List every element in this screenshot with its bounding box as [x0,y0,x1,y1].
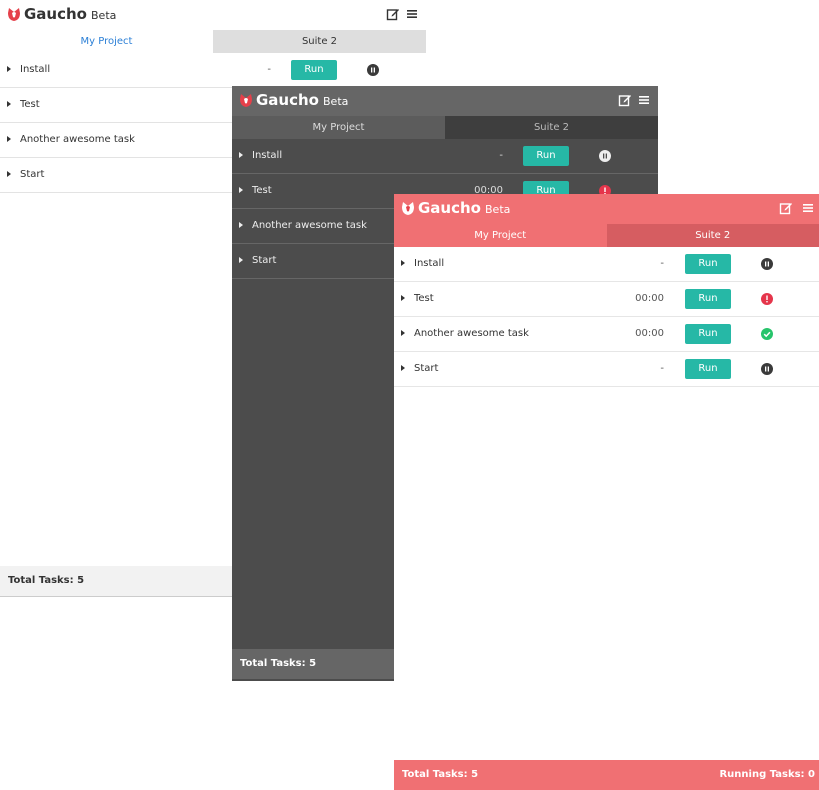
task-name: Start [252,255,277,266]
task-name: Start [414,363,439,374]
task-row[interactable]: Install - Run [394,247,819,282]
expand-caret-icon[interactable] [401,365,405,371]
task-time: 00:00 [635,293,664,304]
run-button[interactable]: Run [685,289,731,309]
tab-suite-2[interactable]: Suite 2 [445,116,658,139]
gaucho-logo-icon [240,94,252,107]
expand-caret-icon[interactable] [7,66,11,72]
task-name: Another awesome task [414,328,529,339]
task-name: Install [414,258,445,269]
beta-badge: Beta [323,95,349,108]
beta-badge: Beta [91,9,117,22]
expand-caret-icon[interactable] [239,222,243,228]
app-title: Gaucho Beta [418,199,511,217]
run-button[interactable]: Run [685,359,731,379]
expand-caret-icon[interactable] [7,136,11,142]
run-button[interactable]: Run [523,146,569,166]
menu-icon[interactable] [801,201,815,215]
paused-icon [761,363,773,375]
title-bar: Gaucho Beta [0,0,426,30]
total-tasks: Total Tasks: 5 [402,769,479,780]
expand-caret-icon[interactable] [7,101,11,107]
task-row[interactable]: Test 00:00 Run [394,282,819,317]
task-row[interactable]: Install - Run [0,53,426,88]
total-tasks: Total Tasks: 5 [8,575,85,586]
menu-icon[interactable] [637,93,651,107]
run-button[interactable]: Run [291,60,337,80]
expand-caret-icon[interactable] [239,187,243,193]
task-row[interactable]: Another awesome task 00:00 Run [394,317,819,352]
paused-icon [367,64,379,76]
expand-caret-icon[interactable] [401,260,405,266]
expand-caret-icon[interactable] [239,257,243,263]
app-title: Gaucho Beta [24,5,117,23]
edit-icon[interactable] [779,201,793,215]
task-name: Test [252,185,272,196]
task-name: Start [20,169,45,180]
task-time: 00:00 [635,328,664,339]
task-name: Install [20,64,51,75]
task-row[interactable]: Install - Run [232,139,658,174]
gaucho-logo-icon [8,8,20,21]
expand-caret-icon[interactable] [7,171,11,177]
gaucho-window-coral: Gaucho Beta My Project Suite 2 Install - … [394,194,819,790]
edit-icon[interactable] [386,7,400,21]
task-name: Test [414,293,434,304]
gaucho-logo-icon [402,202,414,215]
task-time: - [267,64,271,75]
edit-icon[interactable] [618,93,632,107]
tab-my-project[interactable]: My Project [232,116,445,139]
beta-badge: Beta [485,203,511,216]
paused-icon [599,150,611,162]
error-icon [761,293,773,305]
app-title: Gaucho Beta [256,91,349,109]
menu-icon[interactable] [405,7,419,21]
suite-tabs: My Project Suite 2 [394,224,819,247]
task-name: Test [20,99,40,110]
tab-suite-2[interactable]: Suite 2 [606,224,819,247]
paused-icon [761,258,773,270]
task-time: - [660,363,664,374]
expand-caret-icon[interactable] [401,295,405,301]
success-icon [761,328,773,340]
task-time: - [499,150,503,161]
expand-caret-icon[interactable] [239,152,243,158]
task-name: Another awesome task [20,134,135,145]
status-footer: Total Tasks: 5 Running Tasks: 0 [394,760,819,790]
run-button[interactable]: Run [685,324,731,344]
task-row[interactable]: Start - Run [394,352,819,387]
running-tasks: Running Tasks: 0 [719,769,815,780]
tab-suite-2[interactable]: Suite 2 [213,30,426,53]
tab-my-project[interactable]: My Project [394,224,607,247]
expand-caret-icon[interactable] [401,330,405,336]
task-time: - [660,258,664,269]
task-name: Another awesome task [252,220,367,231]
task-name: Install [252,150,283,161]
run-button[interactable]: Run [685,254,731,274]
suite-tabs: My Project Suite 2 [0,30,426,53]
total-tasks: Total Tasks: 5 [240,658,317,669]
tab-my-project[interactable]: My Project [0,30,213,53]
task-list: Install - Run Test 00:00 Run Another awe… [394,247,819,387]
suite-tabs: My Project Suite 2 [232,116,658,139]
title-bar: Gaucho Beta [394,194,819,224]
title-bar: Gaucho Beta [232,86,658,116]
